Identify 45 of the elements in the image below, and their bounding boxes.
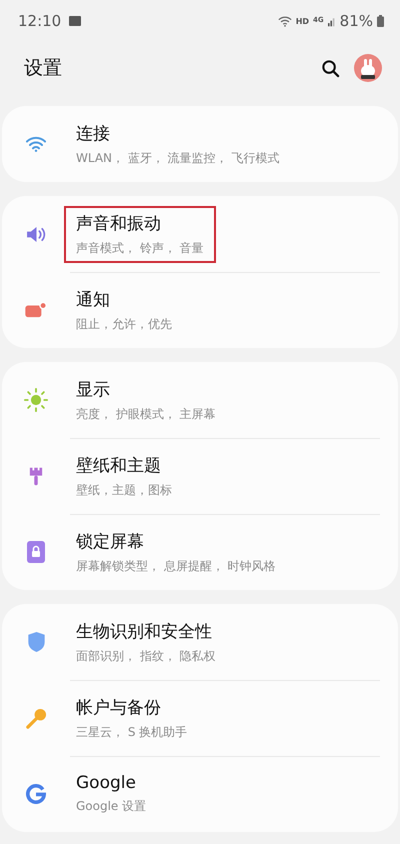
settings-item[interactable]: 锁定屏幕 屏幕解锁类型， 息屏提醒， 时钟风格 xyxy=(2,514,398,590)
image-icon xyxy=(69,16,82,26)
item-title: 通知 xyxy=(76,288,111,310)
paintbrush-icon xyxy=(29,466,43,486)
notification-icon xyxy=(25,302,47,318)
item-subtitle: Google 设置 xyxy=(76,798,146,815)
speaker-icon xyxy=(26,226,46,242)
item-title: 生物识别和安全性 xyxy=(76,620,213,642)
page-title: 设置 xyxy=(24,56,63,81)
settings-item[interactable]: 壁纸和主题 壁纸，主题，图标 xyxy=(2,438,398,514)
item-title: 帐户与备份 xyxy=(76,696,162,718)
battery-icon xyxy=(377,15,384,27)
avatar[interactable] xyxy=(354,54,382,82)
item-title: 显示 xyxy=(76,378,111,400)
item-subtitle: 亮度， 护眼模式， 主屏幕 xyxy=(76,406,216,422)
key-icon xyxy=(26,708,46,728)
settings-item[interactable]: 帐户与备份 三星云， S 换机助手 xyxy=(2,680,398,756)
item-subtitle: 屏幕解锁类型， 息屏提醒， 时钟风格 xyxy=(76,558,276,574)
item-title: Google xyxy=(76,773,137,793)
item-title: 锁定屏幕 xyxy=(76,530,145,552)
settings-item[interactable]: Google Google 设置 xyxy=(2,756,398,832)
settings-item[interactable]: 连接 WLAN， 蓝牙， 流量监控， 飞行模式 xyxy=(2,106,398,182)
item-subtitle: 声音模式， 铃声， 音量 xyxy=(76,240,204,256)
item-subtitle: WLAN， 蓝牙， 流量监控， 飞行模式 xyxy=(76,150,280,166)
wifi-icon xyxy=(278,16,292,26)
g-logo-icon xyxy=(26,784,46,804)
battery-percent: 81% xyxy=(340,12,373,30)
item-title: 壁纸和主题 xyxy=(76,454,162,476)
shield-icon xyxy=(28,632,44,652)
settings-item[interactable]: 声音和振动 声音模式， 铃声， 音量 xyxy=(2,196,398,272)
item-subtitle: 面部识别， 指纹， 隐私权 xyxy=(76,648,216,664)
lock-icon xyxy=(27,541,45,563)
hd-label: HD xyxy=(296,16,310,26)
sun-icon xyxy=(24,388,48,412)
item-subtitle: 三星云， S 换机助手 xyxy=(76,724,188,740)
status-time: 12:10 xyxy=(18,12,62,30)
wifi-icon xyxy=(26,136,46,152)
item-title: 连接 xyxy=(76,122,111,144)
item-subtitle: 壁纸，主题，图标 xyxy=(76,482,172,498)
item-title: 声音和振动 xyxy=(76,212,162,234)
settings-item[interactable]: 生物识别和安全性 面部识别， 指纹， 隐私权 xyxy=(2,604,398,680)
item-subtitle: 阻止，允许，优先 xyxy=(76,316,172,332)
signal-icon xyxy=(328,16,336,26)
settings-item[interactable]: 通知 阻止，允许，优先 xyxy=(2,272,398,348)
settings-item[interactable]: 显示 亮度， 护眼模式， 主屏幕 xyxy=(2,362,398,438)
